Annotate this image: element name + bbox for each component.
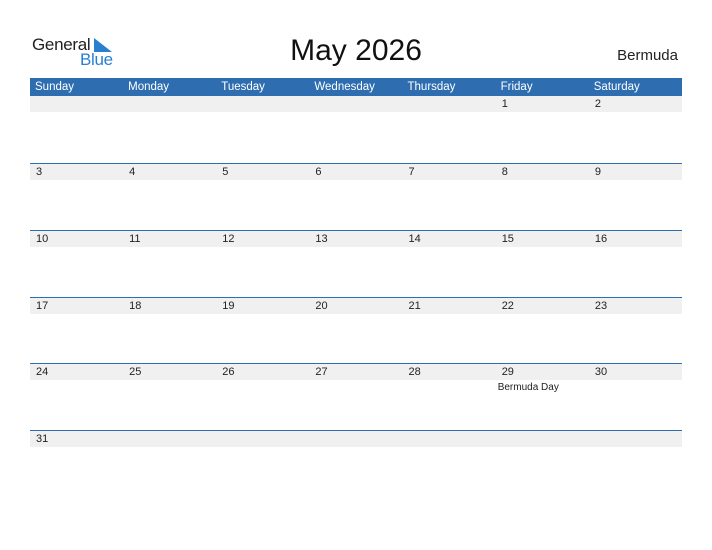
day-cell [216, 96, 309, 163]
weekday-tuesday: Tuesday [221, 81, 265, 93]
day-cell: 2 [589, 96, 682, 163]
day-number: 22 [501, 300, 514, 312]
day-cell [496, 431, 589, 498]
weekday-friday: Friday [500, 81, 533, 93]
day-number: 1 [501, 98, 508, 110]
day-cell [216, 431, 309, 498]
day-cell: 28 [403, 364, 496, 431]
day-number: 7 [408, 166, 415, 178]
day-cell: 21 [403, 298, 496, 365]
day-number: 3 [36, 166, 43, 178]
weekday-saturday: Saturday [593, 81, 640, 93]
day-number: 18 [129, 300, 142, 312]
day-number: 28 [408, 366, 421, 378]
day-number: 20 [315, 300, 328, 312]
week-row: 12 [30, 96, 682, 163]
day-cell: 13 [309, 231, 402, 298]
day-number: 23 [594, 300, 608, 312]
day-cell [403, 96, 496, 163]
day-cell: 10 [30, 231, 123, 298]
day-cell [123, 431, 216, 498]
day-cell: 20 [309, 298, 402, 365]
day-cell [309, 96, 402, 163]
day-number: 24 [36, 366, 49, 378]
day-number: 15 [501, 233, 514, 245]
week-row: 17 18 19 20 21 22 23 [30, 297, 682, 365]
day-number: 8 [501, 166, 508, 178]
day-number: 6 [315, 166, 322, 178]
day-number: 10 [36, 233, 49, 245]
day-number: 9 [594, 166, 601, 178]
weekday-monday: Monday [128, 81, 170, 93]
country-label: Bermuda [617, 47, 678, 64]
day-number: 25 [129, 366, 142, 378]
day-cell: 19 [216, 298, 309, 365]
weekday-wednesday: Wednesday [314, 81, 375, 93]
day-cell [403, 431, 496, 498]
holiday-label: Bermuda Day [497, 382, 559, 393]
weekday-sunday: Sunday [35, 81, 75, 93]
day-cell [30, 96, 123, 163]
day-number: 4 [129, 166, 136, 178]
day-cell: 31 [30, 431, 123, 498]
day-cell: 18 [123, 298, 216, 365]
day-cell: 24 [30, 364, 123, 431]
day-cell: 11 [123, 231, 216, 298]
day-cell: 3 [30, 164, 123, 231]
day-cell: 5 [216, 164, 309, 231]
day-number: 13 [315, 233, 328, 245]
day-number: 30 [594, 366, 608, 378]
day-cell: 26 [216, 364, 309, 431]
day-cell: 22 [496, 298, 589, 365]
day-cell: 8 [496, 164, 589, 231]
day-cell: 1 [496, 96, 589, 163]
week-row: 24 25 26 27 28 29 Bermuda Day 30 [30, 363, 682, 431]
day-cell: 16 [589, 231, 682, 298]
week-row: 31 [30, 430, 682, 498]
weekday-thursday: Thursday [407, 81, 456, 93]
day-number: 14 [408, 233, 421, 245]
day-cell: 17 [30, 298, 123, 365]
weekday-header: Sunday Monday Tuesday Wednesday Thursday… [30, 78, 682, 96]
day-cell: 23 [589, 298, 682, 365]
day-number: 31 [36, 433, 49, 445]
day-cell [309, 431, 402, 498]
day-cell [123, 96, 216, 163]
day-number: 5 [222, 166, 229, 178]
calendar-title: May 2026 [290, 34, 422, 67]
day-cell: 14 [403, 231, 496, 298]
day-cell: 27 [309, 364, 402, 431]
day-cell: 4 [123, 164, 216, 231]
day-cell: 29 Bermuda Day [496, 364, 589, 431]
day-number: 29 [501, 366, 514, 378]
day-number: 19 [222, 300, 235, 312]
day-number: 21 [408, 300, 421, 312]
day-number: 26 [222, 366, 235, 378]
day-cell [589, 431, 682, 498]
day-number: 11 [129, 233, 141, 245]
day-cell: 25 [123, 364, 216, 431]
day-number: 16 [594, 233, 608, 245]
day-cell: 30 [589, 364, 682, 431]
day-number: 27 [315, 366, 328, 378]
day-cell: 15 [496, 231, 589, 298]
week-row: 3 4 5 6 7 8 9 [30, 163, 682, 231]
day-number: 2 [594, 98, 601, 110]
day-number: 12 [222, 233, 235, 245]
day-cell: 7 [403, 164, 496, 231]
day-cell: 6 [309, 164, 402, 231]
day-cell: 9 [589, 164, 682, 231]
week-row: 10 11 12 13 14 15 16 [30, 230, 682, 298]
day-number: 17 [36, 300, 49, 312]
day-cell: 12 [216, 231, 309, 298]
